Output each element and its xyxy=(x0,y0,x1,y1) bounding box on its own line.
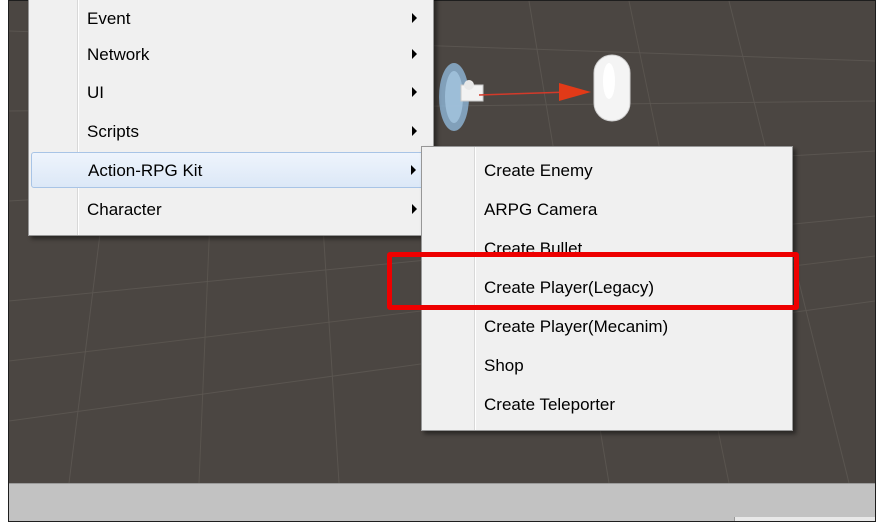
submenu-item-label: Create Teleporter xyxy=(484,395,616,414)
submenu-arrow-icon xyxy=(412,13,417,23)
submenu-arrow-icon xyxy=(411,165,416,175)
submenu-item-create-enemy[interactable]: Create Enemy xyxy=(424,153,790,189)
submenu-arrow-icon xyxy=(412,87,417,97)
menu-item-label: Scripts xyxy=(87,122,139,141)
submenu-item-label: ARPG Camera xyxy=(484,200,598,219)
menu-item-label: Action-RPG Kit xyxy=(88,161,203,180)
submenu-item-label: Shop xyxy=(484,356,524,375)
highlight-annotation-box xyxy=(387,252,799,310)
submenu-arrow-icon xyxy=(412,49,417,59)
menu-item-event[interactable]: Event xyxy=(31,1,431,37)
menu-item-network[interactable]: Network xyxy=(31,37,431,73)
menu-item-label: Event xyxy=(87,9,131,28)
submenu-item-shop[interactable]: Shop xyxy=(424,348,790,384)
submenu-item-create-teleporter[interactable]: Create Teleporter xyxy=(424,387,790,423)
transform-x-arrow-icon[interactable] xyxy=(478,83,591,101)
status-bar xyxy=(9,483,875,521)
submenu-item-arpg-camera[interactable]: ARPG Camera xyxy=(424,192,790,228)
menu-item-character[interactable]: Character xyxy=(31,192,431,228)
submenu-item-create-player-mecanim[interactable]: Create Player(Mecanim) xyxy=(424,309,790,345)
submenu-item-label: Create Player(Mecanim) xyxy=(484,317,669,336)
menu-item-scripts[interactable]: Scripts xyxy=(31,114,431,150)
context-menu: Event Network UI Scripts Action-RPG Kit … xyxy=(28,0,434,236)
capsule-object-icon[interactable] xyxy=(593,54,631,122)
status-panel xyxy=(734,517,875,521)
camera-gizmo-icon[interactable] xyxy=(439,63,484,131)
menu-item-ui[interactable]: UI xyxy=(31,75,431,111)
submenu-arrow-icon xyxy=(412,204,417,214)
menu-item-label: Character xyxy=(87,200,162,219)
menu-item-label: Network xyxy=(87,45,150,64)
submenu-item-label: Create Enemy xyxy=(484,161,593,180)
menu-item-label: UI xyxy=(87,83,104,102)
submenu-arrow-icon xyxy=(412,126,417,136)
menu-item-action-rpg-kit[interactable]: Action-RPG Kit xyxy=(31,152,431,188)
